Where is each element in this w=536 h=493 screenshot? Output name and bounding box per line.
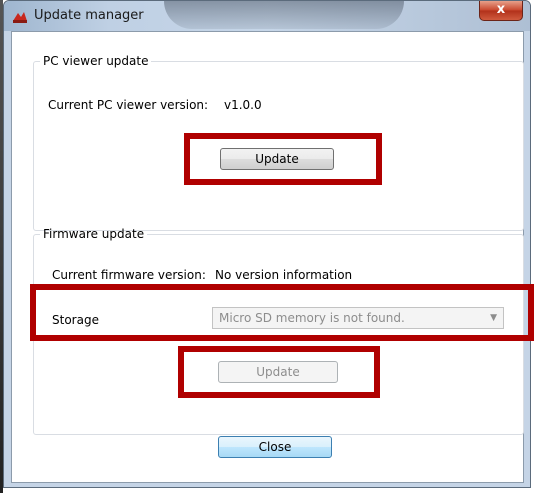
close-button[interactable]: Close — [218, 436, 332, 458]
app-logo-icon — [13, 12, 27, 23]
highlight-box-pc-update — [184, 133, 382, 185]
firmware-update-legend: Firmware update — [43, 227, 145, 241]
title-bar[interactable]: Update manager x — [4, 1, 530, 31]
title-background-logo — [164, 1, 404, 29]
highlight-box-storage — [30, 284, 534, 341]
dialog-body: PC viewer update Current PC viewer versi… — [11, 31, 524, 483]
update-manager-window: Update manager x PC viewer update Curren… — [3, 0, 531, 488]
close-icon: x — [496, 2, 506, 17]
pc-viewer-update-legend: PC viewer update — [43, 54, 149, 68]
firmware-version-value: No version information — [215, 268, 353, 282]
highlight-box-firmware-update — [178, 346, 380, 398]
close-window-button[interactable]: x — [479, 1, 523, 21]
firmware-version-label: Current firmware version: — [52, 268, 206, 282]
pc-viewer-version-value: v1.0.0 — [224, 98, 262, 112]
window-title: Update manager — [34, 8, 144, 23]
pc-viewer-version-label: Current PC viewer version: — [48, 98, 209, 112]
